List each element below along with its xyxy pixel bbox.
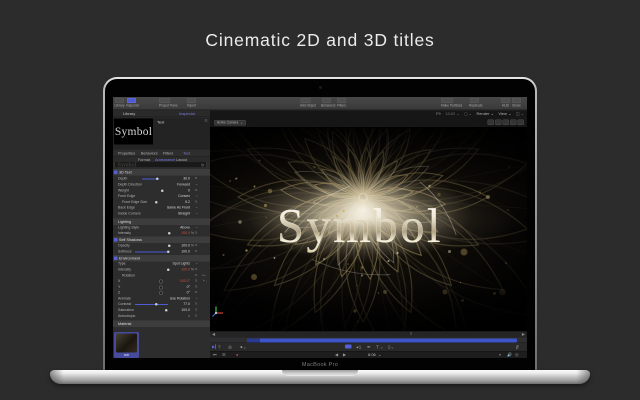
svg-text:Symbol: Symbol — [277, 200, 443, 253]
